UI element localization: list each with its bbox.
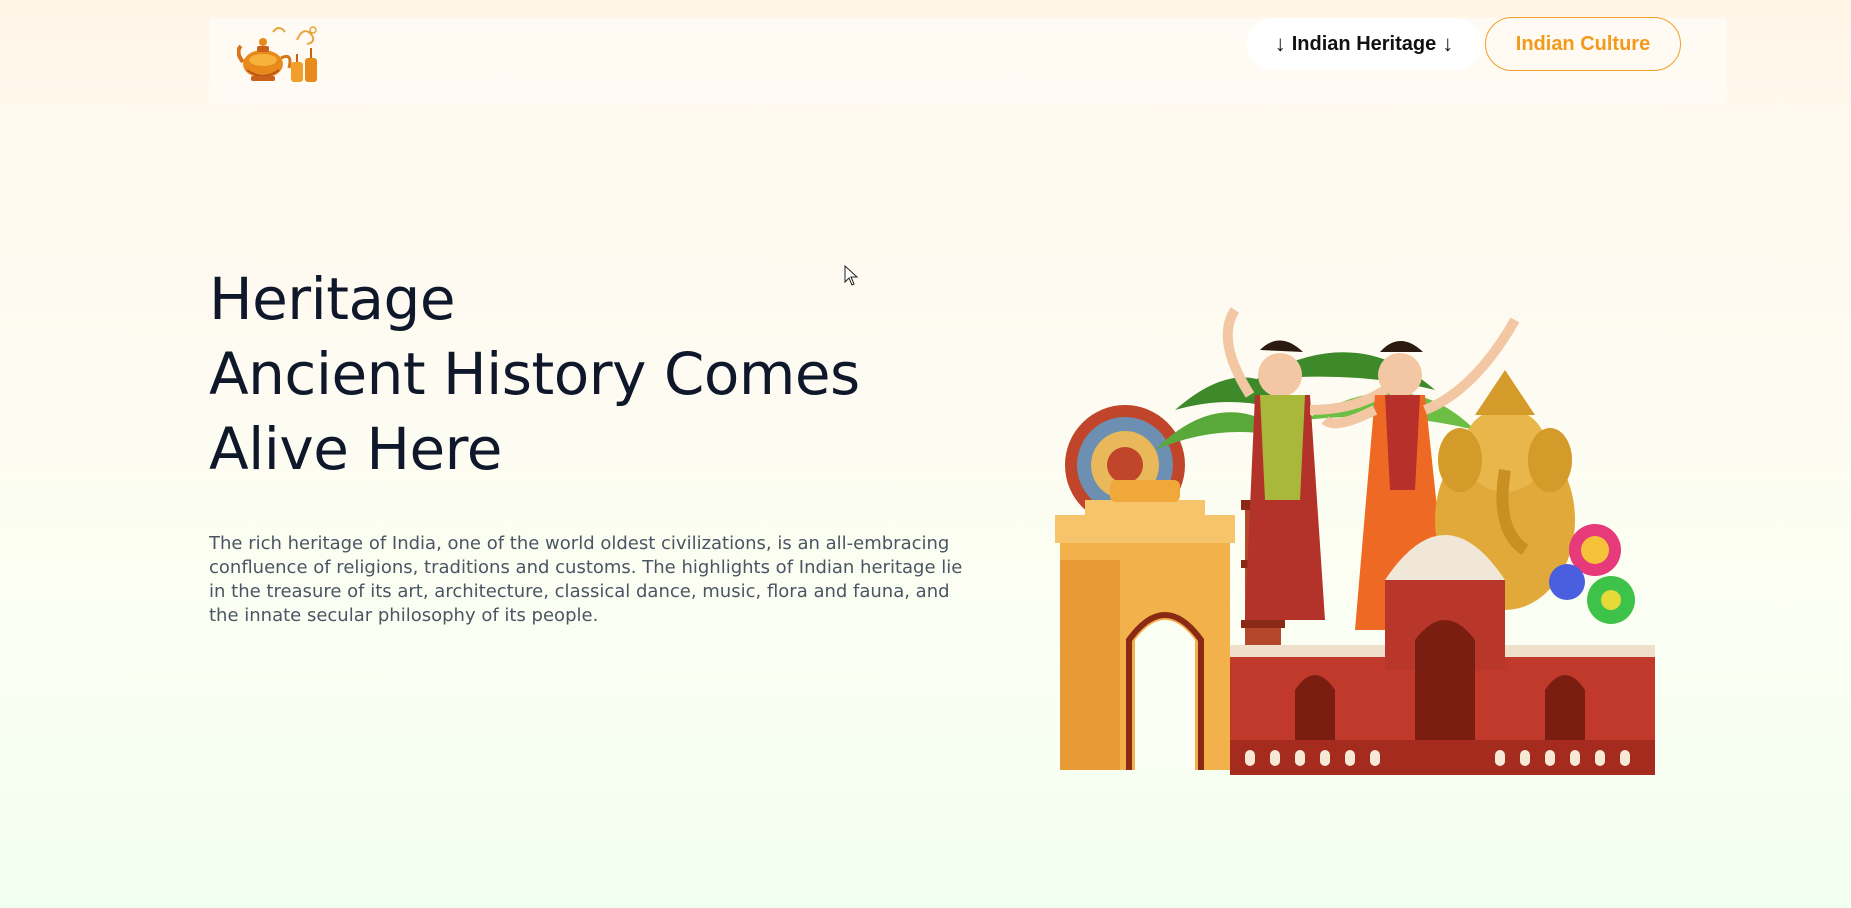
mouse-cursor-icon: [844, 264, 860, 287]
navbar: ↓ Indian Heritage ↓ Indian Culture: [209, 17, 1727, 104]
indian-heritage-collage: [1055, 300, 1655, 775]
indian-heritage-label: Indian Heritage: [1291, 32, 1437, 55]
hero-title: Heritage Ancient History Comes Alive Her…: [209, 262, 860, 487]
hero-title-line: Ancient History Comes: [209, 340, 860, 408]
indian-culture-button[interactable]: Indian Culture: [1485, 17, 1681, 71]
indian-heritage-nav-button[interactable]: ↓ Indian Heritage ↓: [1246, 18, 1482, 70]
logo-icon[interactable]: [236, 22, 321, 94]
hero-title-line: Alive Here: [209, 415, 502, 483]
arrow-down-icon: ↓: [1274, 31, 1286, 56]
hero-description: The rich heritage of India, one of the w…: [209, 533, 963, 626]
arrow-down-icon: ↓: [1442, 31, 1454, 56]
hero-title-line: Heritage: [209, 265, 456, 333]
